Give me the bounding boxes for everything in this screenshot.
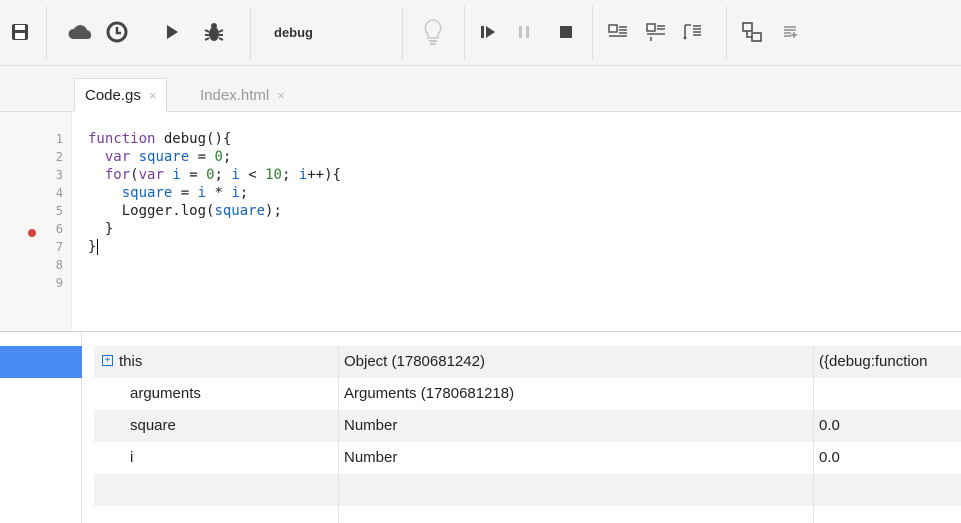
column-divider[interactable] bbox=[338, 346, 339, 523]
variable-name: i bbox=[130, 449, 134, 466]
variable-type: Arguments (1780681218) bbox=[344, 385, 515, 402]
variable-type: Number bbox=[344, 449, 398, 466]
code-variable: i bbox=[231, 185, 240, 201]
code-keyword: var bbox=[138, 167, 164, 183]
line-number[interactable]: 6 bbox=[56, 220, 63, 238]
variables-table: + this Object (1780681242) ({debug:functi… bbox=[94, 346, 961, 523]
toolbar-divider bbox=[726, 6, 727, 60]
step-over-icon[interactable] bbox=[644, 14, 668, 50]
table-row[interactable]: + this Object (1780681242) ({debug:functi… bbox=[94, 346, 961, 378]
line-number[interactable]: 4 bbox=[56, 184, 63, 202]
step-into-icon[interactable] bbox=[606, 14, 630, 50]
line-number[interactable]: 1 bbox=[56, 130, 63, 148]
code-line: function debug(){ bbox=[88, 131, 232, 147]
variable-name: arguments bbox=[130, 385, 201, 402]
toolbar-divider bbox=[402, 6, 403, 60]
code-line: } bbox=[88, 239, 99, 255]
code-text[interactable]: function debug(){ var square = 0; for(va… bbox=[88, 130, 341, 256]
line-number-gutter[interactable]: 1 2 3 4 5 6 7 8 9 bbox=[0, 112, 72, 331]
tab-index-html[interactable]: Index.html × bbox=[190, 78, 295, 112]
clock-icon[interactable] bbox=[102, 14, 132, 50]
toolbar: debug bbox=[0, 0, 961, 66]
save-icon[interactable] bbox=[6, 14, 34, 50]
code-variable: i bbox=[197, 185, 207, 201]
code-keyword: function bbox=[88, 131, 156, 147]
lightbulb-icon[interactable] bbox=[418, 14, 448, 50]
toolbar-divider bbox=[592, 6, 593, 60]
toolbar-divider bbox=[46, 6, 47, 60]
variable-value: 0.0 bbox=[819, 449, 840, 466]
variable-name: square bbox=[130, 417, 176, 434]
table-row-empty bbox=[94, 474, 961, 506]
code-variable: i bbox=[172, 167, 181, 183]
code-variable: square bbox=[214, 203, 266, 219]
code-keyword: var bbox=[104, 149, 131, 165]
cloud-icon[interactable] bbox=[64, 14, 98, 50]
stop-icon[interactable] bbox=[554, 14, 578, 50]
variable-value bbox=[819, 378, 961, 410]
close-icon[interactable]: × bbox=[277, 88, 285, 103]
add-watch-icon[interactable] bbox=[780, 14, 800, 50]
line-number[interactable]: 3 bbox=[56, 166, 63, 184]
pause-icon[interactable] bbox=[512, 14, 536, 50]
variable-type: Number bbox=[344, 417, 398, 434]
tab-label: Index.html bbox=[200, 86, 270, 104]
code-line: square = i * i; bbox=[121, 185, 249, 201]
toolbar-divider bbox=[464, 6, 465, 60]
breakpoint-marker[interactable] bbox=[28, 229, 36, 237]
code-line: for(var i = 0; i < 10; i++){ bbox=[104, 167, 341, 183]
variable-value: 0.0 bbox=[819, 417, 840, 434]
close-icon[interactable]: × bbox=[149, 88, 157, 103]
debugger-panel: + this Object (1780681242) ({debug:functi… bbox=[0, 331, 961, 523]
text-cursor bbox=[97, 239, 99, 255]
code-number: 0 bbox=[206, 167, 215, 183]
code-variable: square bbox=[138, 149, 190, 165]
step-out-icon[interactable] bbox=[680, 14, 704, 50]
tab-bar: Code.gs × Index.html × bbox=[0, 66, 961, 112]
expand-icon[interactable]: + bbox=[102, 355, 113, 367]
function-select[interactable]: debug bbox=[262, 14, 402, 50]
variable-name: this bbox=[119, 353, 143, 370]
breakpoints-icon[interactable] bbox=[738, 14, 766, 50]
code-keyword: for bbox=[104, 167, 131, 183]
toolbar-divider bbox=[250, 6, 251, 60]
run-icon[interactable] bbox=[162, 14, 182, 50]
debug-bug-icon[interactable] bbox=[200, 14, 228, 50]
variable-type: Object (1780681242) bbox=[344, 353, 485, 370]
code-number: 10 bbox=[265, 167, 282, 183]
line-number[interactable]: 5 bbox=[56, 202, 63, 220]
line-number[interactable]: 7 bbox=[56, 238, 63, 256]
call-stack-frame-selected[interactable] bbox=[0, 346, 82, 378]
line-number[interactable]: 8 bbox=[56, 256, 63, 274]
code-line: } bbox=[88, 221, 114, 237]
code-variable: square bbox=[121, 185, 173, 201]
table-row[interactable]: arguments Arguments (1780681218) bbox=[94, 378, 961, 410]
table-row[interactable]: square Number 0.0 bbox=[94, 410, 961, 442]
code-variable: i bbox=[298, 167, 308, 183]
variable-value: ({debug:function bbox=[819, 353, 928, 370]
code-variable: i bbox=[231, 167, 240, 183]
code-number: 0 bbox=[214, 149, 223, 165]
line-number[interactable]: 9 bbox=[56, 274, 63, 292]
variable-name-cell[interactable]: + this bbox=[102, 346, 322, 378]
line-number[interactable]: 2 bbox=[56, 148, 63, 166]
tab-label: Code.gs bbox=[85, 86, 141, 104]
code-editor[interactable]: 1 2 3 4 5 6 7 8 9 function debug(){ var … bbox=[0, 112, 961, 331]
code-line: var square = 0; bbox=[104, 149, 232, 165]
code-line: Logger.log(square); bbox=[88, 203, 282, 219]
continue-icon[interactable] bbox=[476, 14, 500, 50]
column-divider[interactable] bbox=[813, 346, 814, 523]
table-row[interactable]: i Number 0.0 bbox=[94, 442, 961, 474]
tab-code-gs[interactable]: Code.gs × bbox=[74, 78, 168, 112]
